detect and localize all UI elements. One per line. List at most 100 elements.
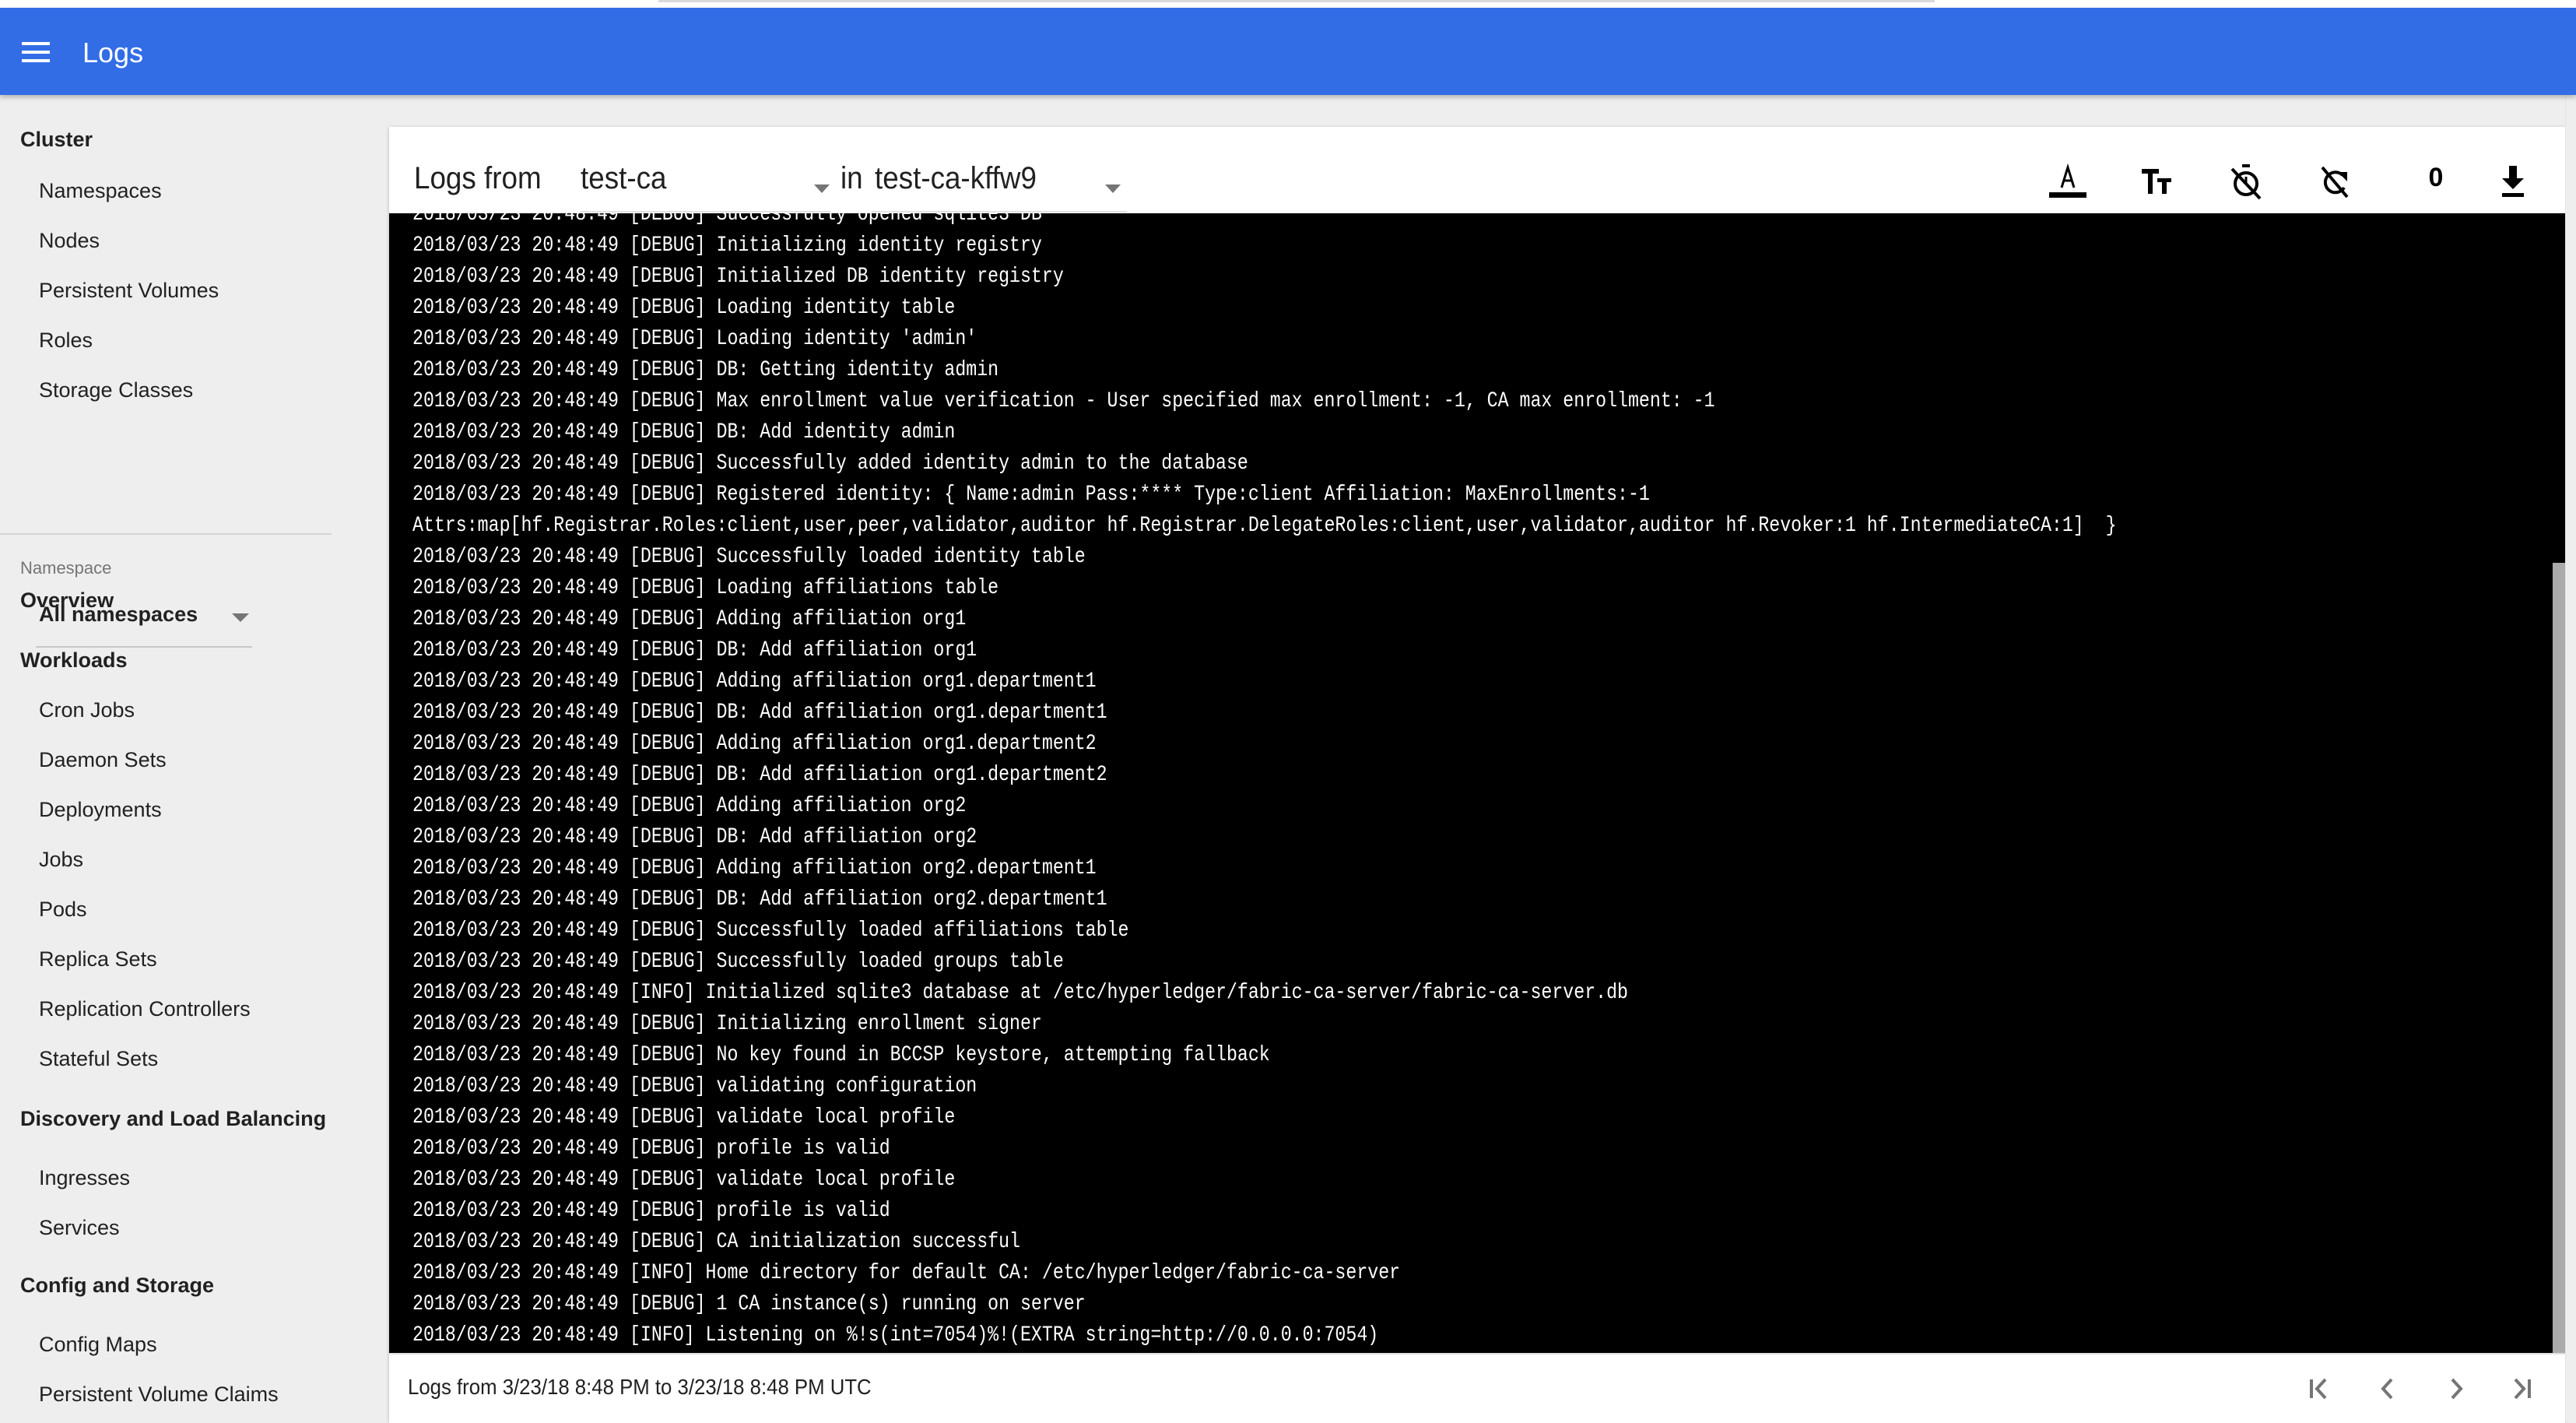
sidebar-item-cron-jobs[interactable]: Cron Jobs [39, 698, 135, 722]
sidebar-section-overview[interactable]: Overview [20, 589, 114, 613]
last-page-icon [2514, 1378, 2531, 1400]
sidebar-item-replica-sets[interactable]: Replica Sets [39, 947, 157, 972]
sidebar-section-workloads[interactable]: Workloads [20, 648, 128, 673]
sidebar-item-ingresses[interactable]: Ingresses [39, 1166, 130, 1190]
sidebar-item-deployments[interactable]: Deployments [39, 798, 162, 822]
log-line: 2018/03/23 20:48:49 [DEBUG] Loading iden… [412, 296, 956, 320]
sidebar-item-pods[interactable]: Pods [39, 898, 87, 922]
log-scrollbar-track[interactable] [2553, 213, 2565, 1353]
log-line: 2018/03/23 20:48:49 [DEBUG] DB: Add affi… [412, 638, 977, 662]
sidebar-item-nodes[interactable]: Nodes [39, 229, 100, 253]
page-title: Logs [82, 37, 144, 69]
sidebar-item-replication-controllers[interactable]: Replication Controllers [39, 997, 251, 1021]
log-line: 2018/03/23 20:48:49 [DEBUG] Initializing… [412, 234, 1042, 258]
log-line: 2018/03/23 20:48:49 [DEBUG] Successfully… [412, 545, 1086, 569]
log-line: 2018/03/23 20:48:49 [DEBUG] DB: Add affi… [412, 763, 1107, 787]
log-range-text: Logs from 3/23/18 8:48 PM to 3/23/18 8:4… [408, 1375, 872, 1399]
log-line: 2018/03/23 20:48:49 [INFO] Home director… [412, 1261, 1401, 1285]
log-line: 2018/03/23 20:48:49 [DEBUG] Adding affil… [412, 607, 967, 631]
next-page-button[interactable] [2433, 1369, 2479, 1409]
text-size-button[interactable] [2134, 158, 2181, 205]
log-line: 2018/03/23 20:48:49 [DEBUG] Initializing… [412, 1012, 1042, 1036]
text-color-icon [2049, 163, 2086, 198]
log-line: 2018/03/23 20:48:49 [DEBUG] Initialized … [412, 265, 1064, 289]
log-line: 2018/03/23 20:48:49 [DEBUG] Successfully… [412, 950, 1064, 974]
log-line: 2018/03/23 20:48:49 [DEBUG] CA initializ… [412, 1230, 1020, 1254]
browser-scroll-indicator [658, 0, 1935, 2]
log-line: 2018/03/23 20:48:49 [DEBUG] DB: Getting … [412, 358, 999, 382]
container-select-underline [581, 211, 831, 213]
page-scrollbar[interactable] [2565, 95, 2576, 1421]
logs-header: Logs from test-ca in test-ca-kffw9 0 [389, 127, 2565, 213]
log-line: 2018/03/23 20:48:49 [INFO] Listening on … [412, 1323, 1379, 1347]
log-scrollbar-thumb[interactable] [2553, 563, 2565, 1353]
log-output: 2018/03/23 20:48:49 [DEBUG] Successfully… [389, 213, 2565, 1353]
log-line: 2018/03/23 20:48:49 [DEBUG] Adding affil… [412, 732, 1097, 756]
log-line: 2018/03/23 20:48:49 [DEBUG] Max enrollme… [412, 389, 1715, 413]
dropdown-arrow-icon [232, 613, 249, 622]
auto-refresh-off-icon [2321, 166, 2349, 199]
log-line: 2018/03/23 20:48:49 [DEBUG] No key found… [412, 1043, 1270, 1067]
sidebar-item-jobs[interactable]: Jobs [39, 848, 83, 872]
log-line: 2018/03/23 20:48:49 [DEBUG] Loading iden… [412, 327, 977, 351]
pod-select-underline [872, 211, 1127, 213]
log-counter: 0 [2428, 163, 2444, 192]
sidebar-item-stateful-sets[interactable]: Stateful Sets [39, 1047, 158, 1071]
timer-off-icon [2230, 164, 2262, 200]
log-line: 2018/03/23 20:48:49 [DEBUG] DB: Add affi… [412, 825, 977, 849]
sidebar-section-discovery[interactable]: Discovery and Load Balancing [20, 1107, 326, 1131]
first-page-icon [2310, 1378, 2327, 1400]
log-lines: 2018/03/23 20:48:49 [DEBUG] Successfully… [412, 213, 2542, 1351]
text-color-button[interactable] [2044, 158, 2091, 205]
log-line: 2018/03/23 20:48:49 [DEBUG] Loading affi… [412, 576, 999, 600]
pod-select[interactable]: in test-ca-kffw9 [839, 150, 1130, 213]
browser-top-strip [0, 0, 2576, 8]
log-line: 2018/03/23 20:48:49 [DEBUG] Successfully… [412, 919, 1129, 943]
sidebar-item-storage-classes[interactable]: Storage Classes [39, 378, 193, 402]
log-line: 2018/03/23 20:48:49 [DEBUG] DB: Add iden… [412, 420, 956, 444]
download-button[interactable] [2490, 158, 2536, 205]
log-line: 2018/03/23 20:48:49 [DEBUG] DB: Add affi… [412, 887, 1107, 912]
namespace-label: Namespace [20, 558, 112, 578]
sidebar-item-daemon-sets[interactable]: Daemon Sets [39, 748, 167, 772]
container-value: test-ca [581, 161, 667, 195]
first-page-button[interactable] [2296, 1369, 2343, 1409]
sidebar-item-persistent-volumes[interactable]: Persistent Volumes [39, 279, 219, 303]
pod-prefix: in [841, 161, 863, 195]
text-size-icon [2142, 169, 2171, 194]
sidebar-section-cluster[interactable]: Cluster [20, 128, 93, 152]
auto-refresh-button[interactable] [2311, 158, 2358, 205]
log-line: 2018/03/23 20:48:49 [DEBUG] validate loc… [412, 1168, 956, 1192]
sidebar-section-config-storage[interactable]: Config and Storage [20, 1274, 214, 1298]
app-bar: Logs [0, 8, 2576, 95]
hamburger-menu-icon[interactable] [22, 42, 50, 62]
logs-card: Logs from test-ca in test-ca-kffw9 0 201… [389, 127, 2565, 1423]
next-page-icon [2451, 1378, 2463, 1400]
dropdown-arrow-icon [1105, 184, 1121, 193]
log-line: 2018/03/23 20:48:49 [DEBUG] Adding affil… [412, 669, 1097, 694]
log-line: 2018/03/23 20:48:49 [DEBUG] profile is v… [412, 1199, 890, 1223]
log-line: 2018/03/23 20:48:49 [DEBUG] Successfully… [412, 213, 1042, 227]
log-line: 2018/03/23 20:48:49 [DEBUG] validating c… [412, 1074, 977, 1098]
log-line: 2018/03/23 20:48:49 [INFO] Initialized s… [412, 981, 1628, 1005]
previous-page-button[interactable] [2364, 1369, 2411, 1409]
sidebar-item-namespaces[interactable]: Namespaces [39, 179, 162, 203]
log-line: 2018/03/23 20:48:49 [DEBUG] 1 CA instanc… [412, 1292, 1086, 1316]
log-line: Attrs:map[hf.Registrar.Roles:client,user… [412, 514, 2117, 538]
sidebar-divider [0, 533, 332, 535]
logs-footer: Logs from 3/23/18 8:48 PM to 3/23/18 8:4… [389, 1353, 2565, 1423]
sidebar-item-services[interactable]: Services [39, 1216, 120, 1240]
log-line: 2018/03/23 20:48:49 [DEBUG] Successfully… [412, 451, 1248, 476]
sidebar: Cluster Namespaces Nodes Persistent Volu… [0, 95, 358, 1421]
log-line: 2018/03/23 20:48:49 [DEBUG] DB: Add affi… [412, 701, 1107, 725]
log-line: 2018/03/23 20:48:49 [DEBUG] profile is v… [412, 1137, 890, 1161]
sidebar-item-config-maps[interactable]: Config Maps [39, 1333, 157, 1357]
log-line: 2018/03/23 20:48:49 [DEBUG] Registered i… [412, 483, 1650, 507]
last-page-button[interactable] [2498, 1369, 2545, 1409]
sidebar-item-roles[interactable]: Roles [39, 329, 93, 353]
container-select[interactable]: Logs from test-ca [412, 150, 831, 213]
download-icon [2502, 166, 2524, 197]
sidebar-item-persistent-volume-claims[interactable]: Persistent Volume Claims [39, 1383, 279, 1407]
timestamps-button[interactable] [2223, 158, 2269, 205]
container-prefix: Logs from [414, 161, 542, 195]
